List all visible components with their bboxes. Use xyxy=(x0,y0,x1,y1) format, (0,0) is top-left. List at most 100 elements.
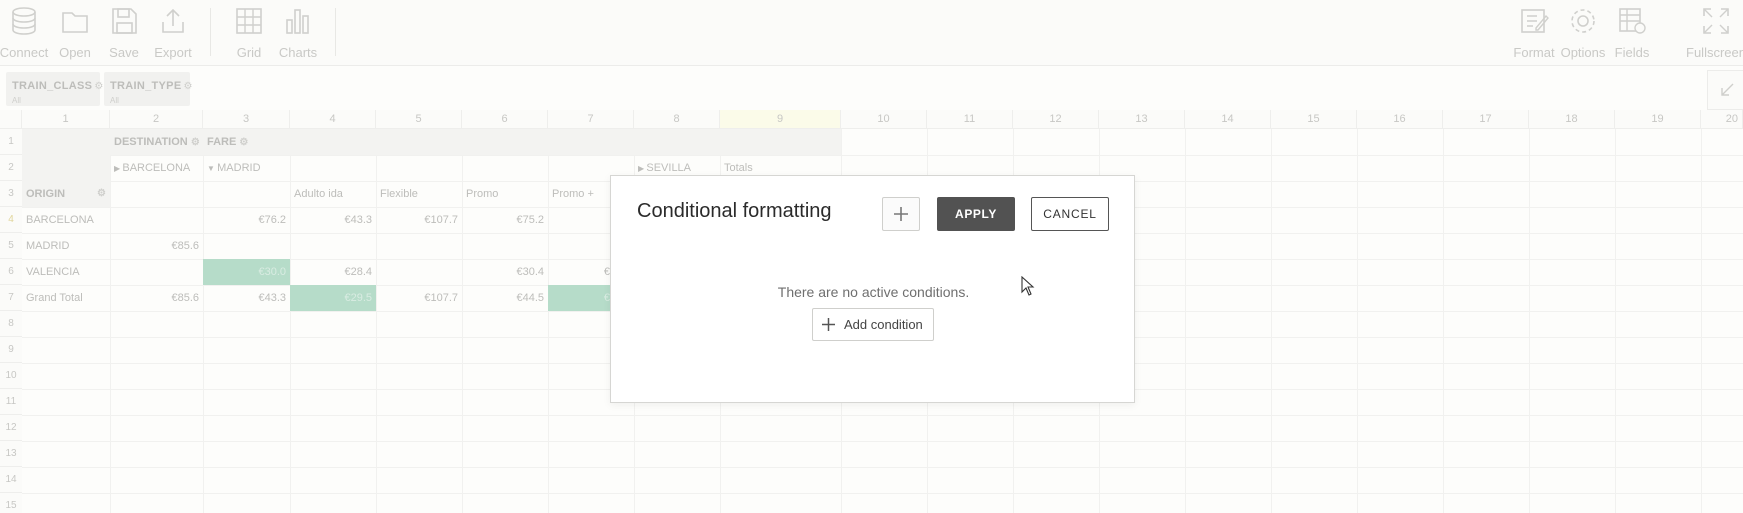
column-header[interactable]: 4 xyxy=(290,110,376,129)
row-label[interactable]: VALENCIA xyxy=(22,259,110,285)
row-label[interactable]: BARCELONA xyxy=(22,207,110,233)
column-header[interactable]: 12 xyxy=(1013,110,1099,129)
grid-button[interactable]: Grid xyxy=(221,4,277,62)
pivot-corner xyxy=(22,129,110,181)
column-header[interactable]: 2 xyxy=(110,110,203,129)
origin-label: ORIGIN xyxy=(26,188,66,200)
column-header[interactable]: 18 xyxy=(1529,110,1615,129)
value-cell[interactable] xyxy=(376,259,462,285)
value-cell[interactable]: €107.7 xyxy=(376,207,462,233)
gear-icon[interactable]: ⚙ xyxy=(191,137,200,148)
collapse-arrow-icon[interactable]: ▼ xyxy=(207,164,217,173)
filter-chip-value: All xyxy=(12,96,21,105)
save-button[interactable]: Save xyxy=(96,4,152,62)
column-header[interactable]: 19 xyxy=(1615,110,1701,129)
value-cell[interactable] xyxy=(462,233,548,259)
row-header[interactable]: 9 xyxy=(0,337,22,363)
column-header[interactable]: 1 xyxy=(22,110,110,129)
value-cell[interactable] xyxy=(290,233,376,259)
row-header[interactable]: 3 xyxy=(0,181,22,207)
add-condition-icon-button[interactable] xyxy=(882,197,920,231)
column-header[interactable]: 17 xyxy=(1443,110,1529,129)
charts-button[interactable]: Charts xyxy=(270,4,326,62)
barcelona-member[interactable]: ▶ BARCELONA xyxy=(110,155,203,181)
row-header[interactable]: 1 xyxy=(0,129,22,155)
conditional-formatting-dialog: Conditional formatting APPLY CANCEL Ther… xyxy=(610,175,1135,403)
collapse-filters-button[interactable] xyxy=(1707,70,1743,110)
column-header[interactable]: 14 xyxy=(1185,110,1271,129)
column-header[interactable]: 16 xyxy=(1357,110,1443,129)
value-cell[interactable]: €85.6 xyxy=(110,233,203,259)
value-cell[interactable]: € xyxy=(548,259,610,285)
row-header[interactable]: 15 xyxy=(0,493,22,513)
value-cell-highlighted[interactable]: €29.5 xyxy=(290,285,376,311)
filter-chip-train-class[interactable]: TRAIN_CLASS ⚙ All xyxy=(6,72,103,106)
value-cell[interactable] xyxy=(548,207,610,233)
format-button[interactable]: Format xyxy=(1506,4,1562,62)
column-header[interactable]: 3 xyxy=(203,110,290,129)
column-header[interactable]: 7 xyxy=(548,110,634,129)
value-cell[interactable] xyxy=(110,259,203,285)
database-icon xyxy=(12,7,36,35)
origin-header[interactable]: ORIGIN ⚙ xyxy=(22,181,110,207)
value-cell[interactable]: €30.4 xyxy=(462,259,548,285)
destination-header[interactable]: DESTINATION ⚙ xyxy=(110,129,203,155)
cancel-button[interactable]: CANCEL xyxy=(1031,197,1109,231)
fullscreen-button[interactable]: Fullscreen xyxy=(1683,4,1743,62)
column-header-selected[interactable]: 9 xyxy=(720,110,841,129)
gear-icon[interactable]: ⚙ xyxy=(239,137,248,148)
filter-chip-train-type[interactable]: TRAIN_TYPE ⚙ All xyxy=(104,72,192,106)
column-header[interactable]: 11 xyxy=(927,110,1013,129)
madrid-member[interactable]: ▼ MADRID xyxy=(203,155,375,181)
value-cell[interactable]: €76.2 xyxy=(203,207,290,233)
value-cell[interactable]: €28.4 xyxy=(290,259,376,285)
column-header[interactable]: 6 xyxy=(462,110,548,129)
value-cell[interactable]: €107.7 xyxy=(376,285,462,311)
options-button[interactable]: Options xyxy=(1555,4,1611,62)
column-header[interactable]: 5 xyxy=(376,110,462,129)
folder-icon xyxy=(62,12,88,33)
bar-chart-icon xyxy=(286,9,309,34)
value-cell[interactable]: €43.3 xyxy=(290,207,376,233)
column-header[interactable]: 15 xyxy=(1271,110,1357,129)
gear-icon[interactable]: ⚙ xyxy=(97,181,106,207)
row-header[interactable]: 6 xyxy=(0,259,22,285)
value-cell[interactable]: €44.5 xyxy=(462,285,548,311)
open-button[interactable]: Open xyxy=(47,4,103,62)
value-cell[interactable] xyxy=(110,207,203,233)
row-header[interactable]: 11 xyxy=(0,389,22,415)
row-label[interactable]: Grand Total xyxy=(22,285,110,311)
row-header[interactable]: 13 xyxy=(0,441,22,467)
gear-icon[interactable]: ⚙ xyxy=(94,81,103,92)
save-icon xyxy=(112,8,137,34)
value-cell-highlighted[interactable]: €30.0 xyxy=(203,259,290,285)
column-header[interactable]: 10 xyxy=(841,110,927,129)
value-cell[interactable] xyxy=(203,233,290,259)
value-cell[interactable] xyxy=(376,233,462,259)
fare-header[interactable]: FARE ⚙ xyxy=(203,129,841,155)
row-header[interactable]: 10 xyxy=(0,363,22,389)
gear-icon[interactable]: ⚙ xyxy=(183,81,192,92)
value-cell-highlighted[interactable]: € xyxy=(548,285,610,311)
row-header-selected[interactable]: 4 xyxy=(0,207,22,233)
value-cell[interactable]: €43.3 xyxy=(203,285,290,311)
value-cell[interactable]: €75.2 xyxy=(462,207,548,233)
export-button[interactable]: Export xyxy=(145,4,201,62)
row-label[interactable]: MADRID xyxy=(22,233,110,259)
add-condition-button[interactable]: Add condition xyxy=(812,308,934,341)
row-header[interactable]: 2 xyxy=(0,155,22,181)
column-header[interactable]: 13 xyxy=(1099,110,1185,129)
row-header[interactable]: 7 xyxy=(0,285,22,311)
row-header[interactable]: 8 xyxy=(0,311,22,337)
column-header[interactable]: 8 xyxy=(634,110,720,129)
row-header[interactable]: 12 xyxy=(0,415,22,441)
fields-button[interactable]: Fields xyxy=(1604,4,1660,62)
empty-conditions-message: There are no active conditions. xyxy=(777,284,970,300)
row-header[interactable]: 14 xyxy=(0,467,22,493)
value-cell[interactable]: €85.6 xyxy=(110,285,203,311)
value-cell[interactable] xyxy=(548,233,610,259)
connect-button[interactable]: Connect xyxy=(0,4,52,62)
apply-button[interactable]: APPLY xyxy=(937,197,1015,231)
row-header[interactable]: 5 xyxy=(0,233,22,259)
column-header[interactable]: 20 xyxy=(1701,110,1743,129)
